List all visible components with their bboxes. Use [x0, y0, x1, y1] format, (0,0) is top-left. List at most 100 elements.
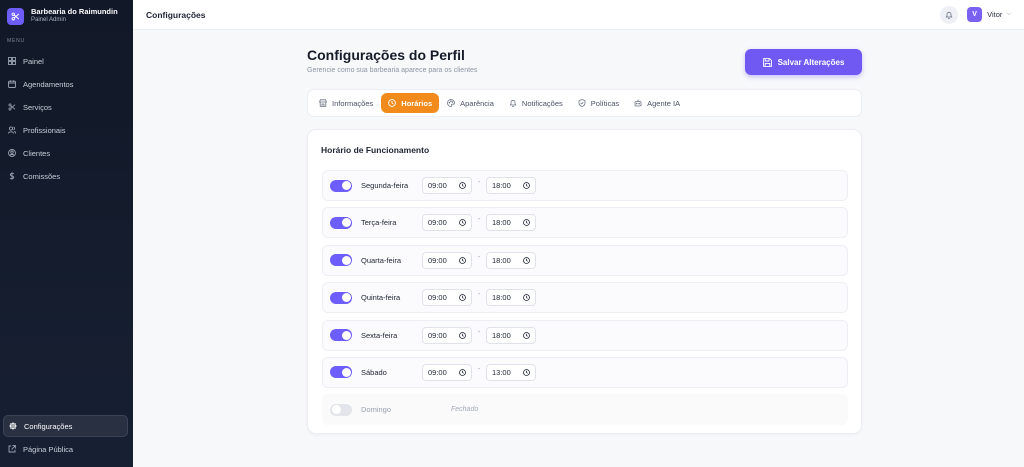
- day-toggle[interactable]: [330, 291, 352, 304]
- open-time-input[interactable]: 09:00: [422, 289, 472, 307]
- calendar-icon: [8, 80, 16, 88]
- close-time-input[interactable]: 18:00: [486, 177, 536, 194]
- sidebar-item-painel[interactable]: Painel: [3, 50, 128, 72]
- sidebar-item-clientes[interactable]: Clientes: [3, 142, 128, 164]
- day-toggle[interactable]: [330, 254, 352, 267]
- close-time-value: 18:00: [492, 330, 511, 340]
- sidebar-item-label: Clientes: [23, 148, 51, 158]
- sidebar-item-configuracoes[interactable]: Configurações: [3, 415, 128, 437]
- notifications-button[interactable]: [940, 5, 959, 24]
- clock-icon: [523, 369, 530, 376]
- close-time-value: 18:00: [492, 181, 511, 190]
- clock-icon: [459, 182, 466, 189]
- closed-label: Fechado: [451, 406, 479, 414]
- day-toggle[interactable]: [330, 366, 352, 379]
- clock-icon: [459, 219, 466, 227]
- tab-label: Agente IA: [647, 98, 681, 108]
- save-button[interactable]: Salvar Alterações: [745, 49, 862, 75]
- tab-label: Políticas: [590, 98, 620, 108]
- tab-horarios[interactable]: Horários: [381, 93, 440, 113]
- tab-label: Horários: [401, 98, 433, 108]
- open-time-value: 09:00: [428, 181, 447, 190]
- clock-icon: [459, 256, 466, 264]
- close-time-input[interactable]: 18:00: [486, 326, 536, 344]
- shield-icon: [578, 99, 586, 107]
- menu-section-label: MENU: [7, 38, 25, 44]
- gear-icon: [9, 422, 17, 430]
- topbar: Configurações V Vitor ⌵: [133, 0, 1024, 30]
- day-name: Domingo: [361, 405, 392, 415]
- close-time-input[interactable]: 18:00: [486, 214, 536, 232]
- sidebar-item-comissoes[interactable]: Comissões: [3, 165, 128, 187]
- close-time-input[interactable]: 18:00: [486, 289, 536, 307]
- time-separator: -: [477, 291, 481, 299]
- bell-icon: [945, 6, 953, 24]
- chevron-down-icon[interactable]: ⌵: [1006, 11, 1011, 18]
- tab-notificacoes[interactable]: Notificações: [502, 93, 570, 113]
- avatar[interactable]: V: [967, 7, 983, 22]
- sidebar-item-label: Página Pública: [23, 444, 74, 454]
- scissors-logo-icon: [7, 7, 24, 25]
- day-toggle[interactable]: [330, 216, 352, 229]
- day-name: Quarta-feira: [361, 255, 402, 265]
- close-time-value: 13:00: [492, 367, 511, 377]
- open-time-input[interactable]: 09:00: [422, 177, 472, 194]
- tab-aparencia[interactable]: Aparência: [440, 93, 501, 113]
- bell-icon: [509, 99, 517, 107]
- palette-icon: [447, 99, 456, 107]
- open-time-value: 09:00: [428, 218, 447, 228]
- close-time-input[interactable]: 13:00: [486, 363, 536, 381]
- tab-label: Informações: [332, 98, 374, 108]
- sidebar-item-agendamentos[interactable]: Agendamentos: [3, 73, 128, 95]
- card-title: Horário de Funcionamento: [321, 145, 430, 155]
- user-name[interactable]: Vitor: [987, 10, 1002, 19]
- clock-icon: [523, 219, 530, 227]
- store-icon: [319, 99, 327, 107]
- day-name: Segunda-feira: [361, 181, 409, 190]
- open-time-input[interactable]: 09:00: [422, 326, 472, 344]
- day-name: Sábado: [361, 367, 387, 377]
- open-time-input[interactable]: 09:00: [422, 214, 472, 232]
- day-row-quarta: Quarta-feira 09:00 - 18:00: [322, 244, 848, 276]
- sidebar-item-profissionais[interactable]: Profissionais: [3, 119, 128, 141]
- day-name: Terça-feira: [361, 218, 397, 228]
- clock-icon: [459, 331, 466, 339]
- open-time-value: 09:00: [428, 330, 447, 340]
- day-row-segunda: Segunda-feira 09:00 - 18:00: [322, 170, 848, 201]
- sidebar-item-pagina-publica[interactable]: Página Pública: [3, 438, 128, 460]
- brand-subtitle: Painel Admin: [31, 17, 67, 24]
- day-toggle[interactable]: [330, 329, 352, 342]
- tab-label: Notificações: [521, 98, 563, 108]
- settings-tabs: Informações Horários Aparência Notificaç…: [307, 89, 862, 117]
- day-row-sexta: Sexta-feira 09:00 - 18:00: [322, 319, 848, 351]
- sidebar-item-label: Serviços: [23, 102, 52, 112]
- time-separator: -: [477, 328, 481, 336]
- topbar-title: Configurações: [146, 9, 206, 20]
- settings-main: Configurações do Perfil Gerencie como su…: [307, 44, 862, 434]
- opening-hours-card: Horário de Funcionamento Segunda-feira 0…: [307, 129, 862, 434]
- tab-agente-ia[interactable]: Agente IA: [627, 93, 687, 113]
- day-toggle[interactable]: [330, 403, 352, 416]
- close-time-value: 18:00: [492, 293, 511, 303]
- close-time-input[interactable]: 18:00: [486, 251, 536, 269]
- sidebar-item-label: Agendamentos: [23, 79, 74, 89]
- sidebar-item-label: Profissionais: [23, 125, 66, 135]
- clock-icon: [523, 331, 530, 339]
- open-time-value: 09:00: [428, 255, 447, 265]
- clock-icon: [388, 99, 397, 107]
- day-toggle[interactable]: [330, 179, 352, 192]
- tab-informacoes[interactable]: Informações: [312, 93, 380, 113]
- open-time-input[interactable]: 09:00: [422, 251, 472, 269]
- sidebar-item-servicos[interactable]: Serviços: [3, 96, 128, 118]
- users-icon: [8, 126, 16, 134]
- open-time-value: 09:00: [428, 293, 447, 303]
- sidebar-item-label: Comissões: [23, 171, 61, 181]
- brand[interactable]: Barbearia do Raimundin Painel Admin: [0, 0, 133, 32]
- day-row-sabado: Sábado 09:00 - 13:00: [322, 356, 848, 388]
- close-time-value: 18:00: [492, 218, 511, 228]
- scissors-icon: [8, 103, 16, 111]
- brand-name: Barbearia do Raimundin: [31, 7, 118, 17]
- open-time-input[interactable]: 09:00: [422, 363, 472, 381]
- close-time-value: 18:00: [492, 255, 511, 265]
- tab-politicas[interactable]: Políticas: [571, 93, 626, 113]
